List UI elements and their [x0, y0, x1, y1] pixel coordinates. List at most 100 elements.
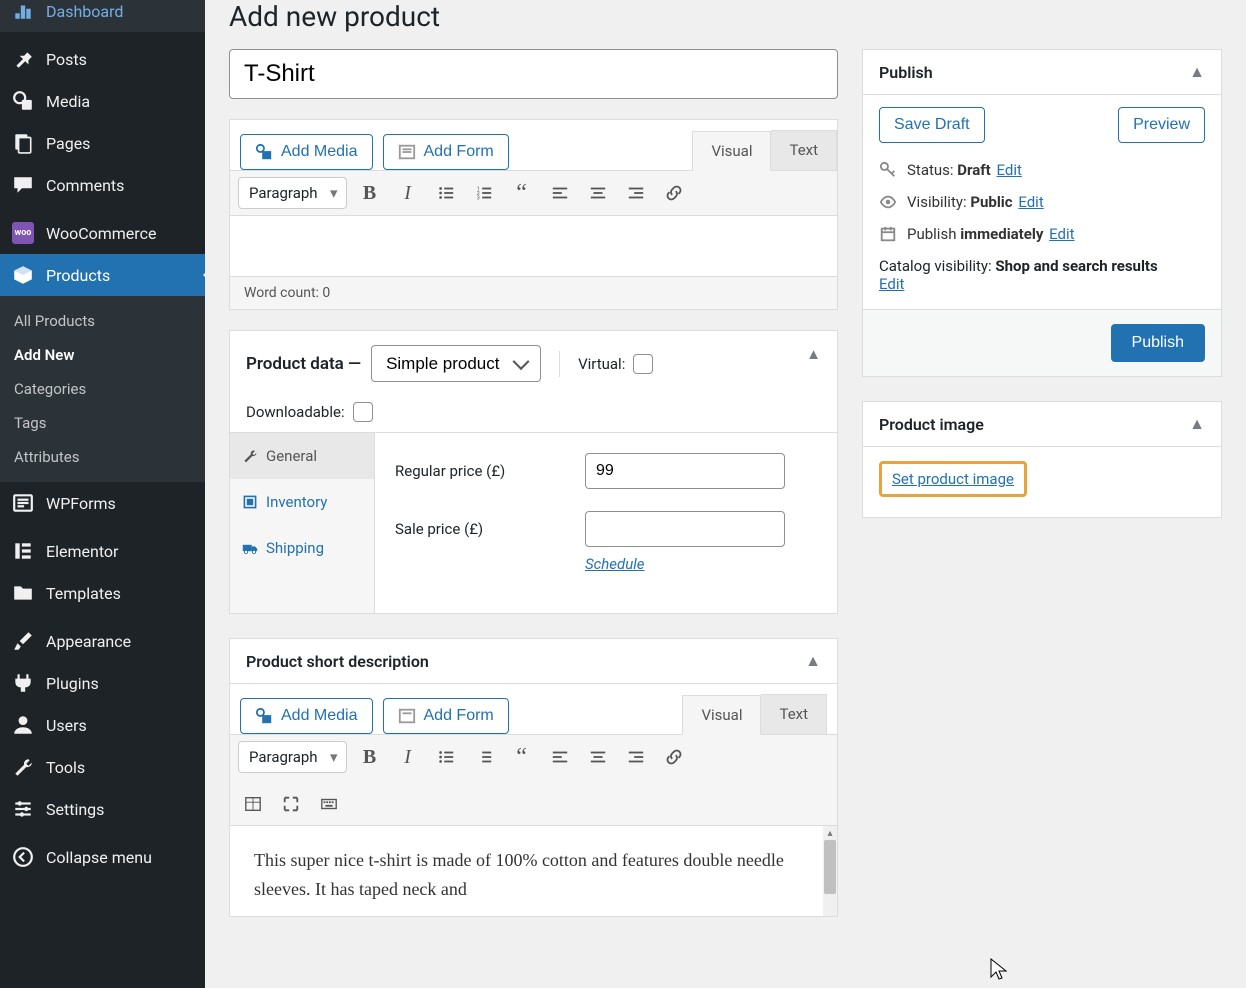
sidebar-item-elementor[interactable]: Elementor — [0, 530, 205, 572]
sidebar-item-media[interactable]: Media — [0, 80, 205, 122]
edit-status-link[interactable]: Edit — [996, 161, 1021, 179]
toggle-icon[interactable]: ▲ — [1189, 414, 1205, 434]
sidebar-item-templates[interactable]: Templates — [0, 572, 205, 614]
media-icon — [255, 143, 273, 161]
media-icon — [255, 707, 273, 725]
sidebar-item-settings[interactable]: Settings — [0, 788, 205, 830]
sidebar-label: Appearance — [46, 632, 131, 651]
editor-tab-visual-2[interactable]: Visual — [682, 695, 761, 735]
editor-tab-visual[interactable]: Visual — [692, 131, 771, 171]
add-form-button-2[interactable]: Add Form — [383, 698, 509, 734]
add-form-button[interactable]: Add Form — [383, 134, 509, 170]
product-type-select[interactable]: Simple product — [371, 345, 541, 382]
edit-publish-link[interactable]: Edit — [1049, 225, 1074, 243]
sidebar-label: Collapse menu — [46, 848, 152, 867]
keyboard-button[interactable] — [314, 789, 344, 819]
short-desc-content[interactable]: This super nice t-shirt is made of 100% … — [230, 826, 837, 916]
align-right-button-2[interactable] — [621, 742, 651, 772]
virtual-checkbox-label[interactable]: Virtual: — [578, 354, 653, 374]
schedule-link[interactable]: Schedule — [585, 555, 644, 573]
downloadable-checkbox[interactable] — [353, 402, 373, 422]
products-icon — [12, 264, 34, 286]
set-product-image-link[interactable]: Set product image — [892, 470, 1014, 488]
submenu-attributes[interactable]: Attributes — [0, 440, 205, 474]
toggle-icon[interactable]: ▲ — [805, 651, 821, 671]
preview-button[interactable]: Preview — [1118, 107, 1205, 143]
align-center-button-2[interactable] — [583, 742, 613, 772]
sidebar-item-wpforms[interactable]: WPForms — [0, 482, 205, 524]
numbered-list-button[interactable]: 123 — [469, 178, 499, 208]
sidebar-item-comments[interactable]: Comments — [0, 164, 205, 206]
bullet-list-button-2[interactable] — [431, 742, 461, 772]
submenu-categories[interactable]: Categories — [0, 372, 205, 406]
mouse-cursor-icon — [990, 958, 1010, 982]
bullet-list-button[interactable] — [431, 178, 461, 208]
key-icon — [879, 161, 897, 179]
table-button[interactable] — [238, 789, 268, 819]
sidebar-item-dashboard[interactable]: Dashboard — [0, 0, 205, 32]
link-button-2[interactable] — [659, 742, 689, 772]
submenu-tags[interactable]: Tags — [0, 406, 205, 440]
align-left-button-2[interactable] — [545, 742, 575, 772]
plugin-icon — [12, 672, 34, 694]
toggle-icon[interactable]: ▲ — [806, 345, 821, 363]
media-icon — [12, 90, 34, 112]
quote-button[interactable]: “ — [507, 178, 537, 208]
italic-button[interactable]: I — [393, 178, 423, 208]
virtual-checkbox[interactable] — [633, 354, 653, 374]
woo-icon: woo — [12, 222, 34, 244]
sidebar-item-users[interactable]: Users — [0, 704, 205, 746]
format-select[interactable]: Paragraph — [238, 177, 347, 209]
folder-icon — [12, 582, 34, 604]
numbered-list-button-2[interactable] — [469, 742, 499, 772]
sidebar-item-collapse[interactable]: Collapse menu — [0, 836, 205, 878]
editor-tab-text-2[interactable]: Text — [761, 694, 827, 734]
align-center-button[interactable] — [583, 178, 613, 208]
save-draft-button[interactable]: Save Draft — [879, 107, 985, 143]
quote-button-2[interactable]: “ — [507, 742, 537, 772]
sidebar-item-products[interactable]: Products — [0, 254, 205, 296]
sidebar-item-tools[interactable]: Tools — [0, 746, 205, 788]
sidebar-item-woocommerce[interactable]: woo WooCommerce — [0, 212, 205, 254]
add-media-button[interactable]: Add Media — [240, 134, 373, 170]
add-media-button-2[interactable]: Add Media — [240, 698, 373, 734]
sidebar-label: Settings — [46, 800, 104, 819]
short-desc-title: Product short description — [246, 652, 429, 671]
submenu-all-products[interactable]: All Products — [0, 304, 205, 338]
regular-price-input[interactable] — [585, 453, 785, 489]
bold-button-2[interactable]: B — [355, 742, 385, 772]
link-button[interactable] — [659, 178, 689, 208]
bold-button[interactable]: B — [355, 178, 385, 208]
pd-tab-general[interactable]: General — [230, 433, 374, 479]
sliders-icon — [12, 798, 34, 820]
pages-icon — [12, 132, 34, 154]
sidebar-label: Tools — [46, 758, 85, 777]
italic-button-2[interactable]: I — [393, 742, 423, 772]
publish-box: Publish ▲ Save Draft Preview Status: Dra… — [862, 49, 1222, 377]
pin-icon — [12, 48, 34, 70]
align-left-button[interactable] — [545, 178, 575, 208]
align-right-button[interactable] — [621, 178, 651, 208]
fullscreen-button[interactable] — [276, 789, 306, 819]
pd-tab-shipping[interactable]: Shipping — [230, 525, 374, 571]
scrollbar[interactable] — [823, 826, 837, 916]
editor-tab-text[interactable]: Text — [771, 130, 837, 170]
sidebar-item-posts[interactable]: Posts — [0, 38, 205, 80]
sidebar-item-pages[interactable]: Pages — [0, 122, 205, 164]
product-title-input[interactable] — [229, 49, 838, 99]
brush-icon — [12, 630, 34, 652]
downloadable-checkbox-label[interactable]: Downloadable: — [246, 402, 373, 422]
edit-catalog-link[interactable]: Edit — [879, 275, 904, 293]
publish-button[interactable]: Publish — [1111, 324, 1205, 362]
pd-tab-inventory[interactable]: Inventory — [230, 479, 374, 525]
submenu-add-new[interactable]: Add New — [0, 338, 205, 372]
toggle-icon[interactable]: ▲ — [1189, 62, 1205, 82]
word-count: Word count: 0 — [230, 276, 837, 309]
sidebar-item-appearance[interactable]: Appearance — [0, 620, 205, 662]
sale-price-input[interactable] — [585, 511, 785, 547]
sidebar-label: WooCommerce — [46, 224, 156, 243]
sidebar-item-plugins[interactable]: Plugins — [0, 662, 205, 704]
edit-visibility-link[interactable]: Edit — [1018, 193, 1043, 211]
editor-content-area[interactable] — [230, 216, 837, 276]
format-select-2[interactable]: Paragraph — [238, 741, 347, 773]
